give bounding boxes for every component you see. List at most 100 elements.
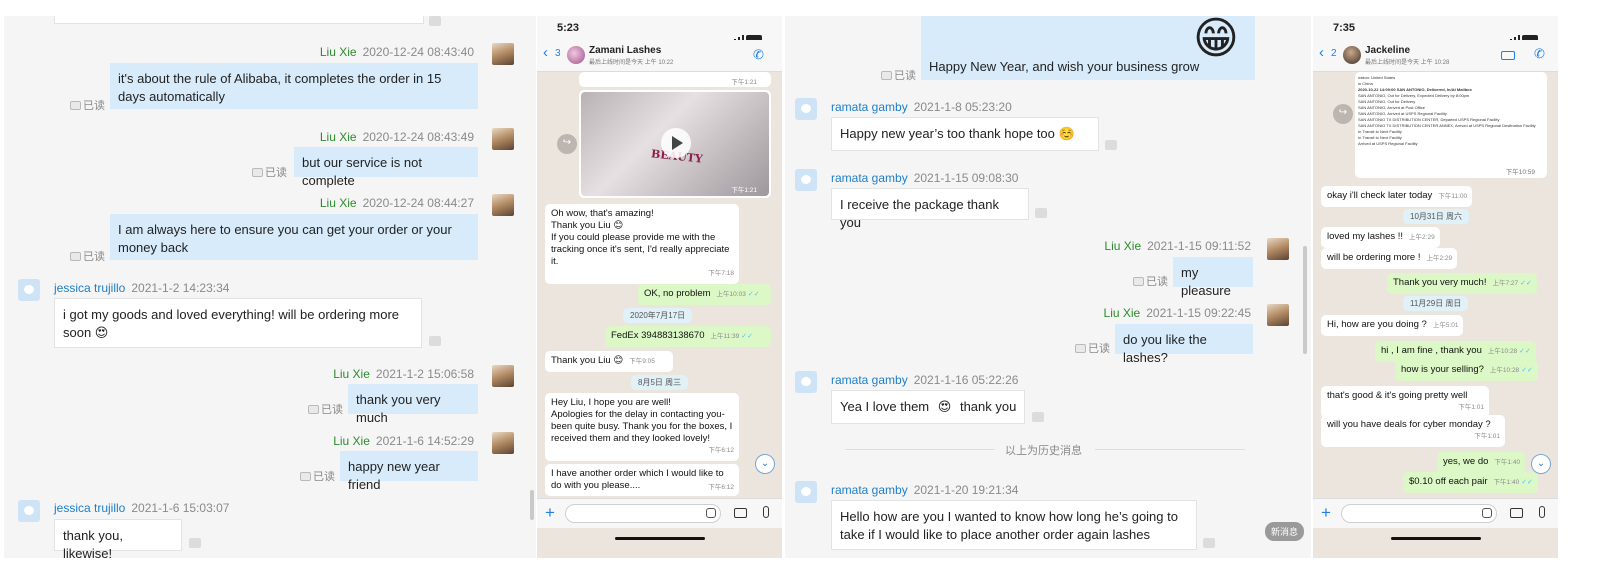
image-message[interactable]: nation: United States in China 2020-10-2…: [1355, 72, 1547, 178]
sender-name[interactable]: ramata gamby: [831, 171, 908, 185]
sender-name[interactable]: ramata gamby: [831, 100, 908, 114]
read-label: 已读: [265, 167, 287, 179]
forward-icon[interactable]: ↪: [1333, 104, 1353, 124]
more-options-icon[interactable]: [1032, 412, 1044, 422]
back-chevron-icon[interactable]: ‹: [543, 44, 548, 61]
message-time: 下午9:05: [629, 358, 655, 365]
image-message[interactable]: 下午1:21: [579, 72, 771, 87]
phone-call-icon[interactable]: ✆: [1534, 46, 1545, 62]
sticker-icon[interactable]: [706, 508, 716, 518]
play-icon[interactable]: [661, 128, 691, 158]
message-bubble: Yea I love them 😍 thank you: [831, 390, 1025, 424]
sender-name[interactable]: Liu Xie: [333, 367, 370, 381]
video-message[interactable]: BEAUTY 下午1:21: [579, 90, 771, 198]
message-bubble: I am always here to ensure you can get y…: [110, 214, 478, 260]
message-time: 下午10:59: [1505, 169, 1535, 176]
avatar[interactable]: [492, 432, 514, 454]
message-text: Hey Liu, I hope you are well! Apologies …: [551, 397, 733, 444]
avatar[interactable]: [795, 169, 817, 191]
sender-name[interactable]: Liu Xie: [333, 434, 370, 448]
sender-name[interactable]: ramata gamby: [831, 373, 908, 387]
contact-name[interactable]: Jackeline: [1365, 45, 1410, 56]
message-header: Liu Xie 2021-1-15 09:11:52: [1104, 239, 1251, 253]
message-time: 下午1:01: [1458, 404, 1484, 411]
message-bubble: i got my goods and loved everything! wil…: [54, 298, 422, 348]
message-input[interactable]: [565, 504, 721, 523]
avatar[interactable]: [492, 128, 514, 150]
avatar[interactable]: [492, 194, 514, 216]
microphone-icon[interactable]: [763, 506, 769, 518]
status-time: 5:23: [557, 22, 580, 34]
scrollbar[interactable]: [1303, 246, 1307, 354]
last-seen: 最后上线时间是今天 上午 10:28: [1365, 60, 1450, 66]
chat-panel-2: Happy New Year, and wish your business g…: [785, 16, 1311, 558]
microphone-icon[interactable]: [1539, 506, 1545, 518]
message-text: that's good & it's going pretty well: [1327, 390, 1468, 401]
message-time: 上午10:28: [1489, 367, 1520, 374]
message-text: yes, we do: [1443, 456, 1489, 467]
avatar[interactable]: [795, 371, 817, 393]
message-header: ramata gamby 2021-1-15 09:08:30: [831, 171, 1018, 185]
read-status: 已读: [70, 248, 105, 264]
contact-avatar[interactable]: [1343, 46, 1361, 64]
phone-panel-1: 5:23 ‹ 3 Zamani Lashes 最后上线时间是今天 上午 10:2…: [537, 16, 782, 558]
forward-icon[interactable]: ↪: [557, 134, 577, 154]
sender-name[interactable]: ramata gamby: [831, 483, 908, 497]
camera-icon[interactable]: [734, 508, 747, 518]
message-text: loved my lashes !!: [1327, 231, 1404, 242]
avatar[interactable]: [795, 481, 817, 503]
plus-icon[interactable]: +: [545, 503, 555, 523]
avatar[interactable]: [18, 500, 40, 522]
new-message-button[interactable]: 新消息: [1265, 522, 1305, 541]
more-options-icon[interactable]: [189, 538, 201, 548]
avatar[interactable]: [1267, 238, 1289, 260]
more-options-icon[interactable]: [429, 16, 441, 26]
camera-icon[interactable]: [1510, 508, 1523, 518]
scroll-down-icon[interactable]: ⌄: [755, 454, 775, 474]
plus-icon[interactable]: +: [1321, 503, 1331, 523]
date-separator: 11月29日 周日: [1403, 296, 1469, 311]
message-input[interactable]: [1341, 504, 1497, 523]
avatar[interactable]: [492, 365, 514, 387]
message-text: Oh wow, that's amazing! Thank you Liu 😊 …: [551, 208, 730, 267]
message-text: how is your selling?: [1401, 364, 1484, 375]
sender-name[interactable]: Liu Xie: [1104, 239, 1141, 253]
sender-name[interactable]: jessica trujillo: [54, 501, 125, 515]
more-options-icon[interactable]: [1035, 208, 1047, 218]
sender-name[interactable]: jessica trujillo: [54, 281, 125, 295]
message-bubble: $0.10 off each pair 下午1:40 ✓✓: [1403, 472, 1538, 493]
avatar[interactable]: [795, 98, 817, 120]
more-options-icon[interactable]: [1203, 538, 1215, 548]
message-bubble: Oh wow, that's amazing! Thank you Liu 😊 …: [545, 204, 739, 284]
unread-count[interactable]: 2: [1331, 48, 1337, 59]
sender-name[interactable]: Liu Xie: [320, 196, 357, 210]
message-input-bar: +: [1313, 498, 1558, 528]
timestamp: 2020-12-24 08:44:27: [362, 196, 474, 210]
add-call-icon[interactable]: ✆: [753, 47, 764, 63]
message-time: 上午10:03: [716, 291, 746, 298]
video-call-icon[interactable]: [1501, 51, 1515, 60]
message-time: 上午10:28: [1487, 348, 1518, 355]
video-thumbnail: BEAUTY 下午1:21: [581, 92, 769, 196]
scroll-down-icon[interactable]: ⌄: [1531, 454, 1551, 474]
more-options-icon[interactable]: [429, 336, 441, 346]
avatar[interactable]: [18, 279, 40, 301]
read-label: 已读: [313, 471, 335, 483]
signal-wifi-battery-icon: [1510, 24, 1548, 42]
sender-name[interactable]: Liu Xie: [1104, 306, 1141, 320]
scrollbar[interactable]: [530, 490, 534, 520]
read-check-icon: [70, 101, 81, 110]
sender-name[interactable]: Liu Xie: [320, 45, 357, 59]
status-time: 7:35: [1333, 22, 1356, 34]
sticker-icon[interactable]: [1482, 508, 1492, 518]
sender-name[interactable]: Liu Xie: [320, 130, 357, 144]
avatar[interactable]: [492, 43, 514, 65]
contact-avatar[interactable]: [567, 46, 585, 64]
contact-name[interactable]: Zamani Lashes: [589, 45, 661, 56]
message-bubble: hi , I am fine , thank you 上午10:28 ✓✓: [1375, 341, 1536, 362]
message-bubble: I receive the package thank you: [831, 188, 1029, 230]
avatar[interactable]: [1267, 304, 1289, 326]
back-chevron-icon[interactable]: ‹: [1319, 44, 1324, 61]
more-options-icon[interactable]: [1105, 140, 1117, 150]
unread-count[interactable]: 3: [555, 48, 561, 59]
